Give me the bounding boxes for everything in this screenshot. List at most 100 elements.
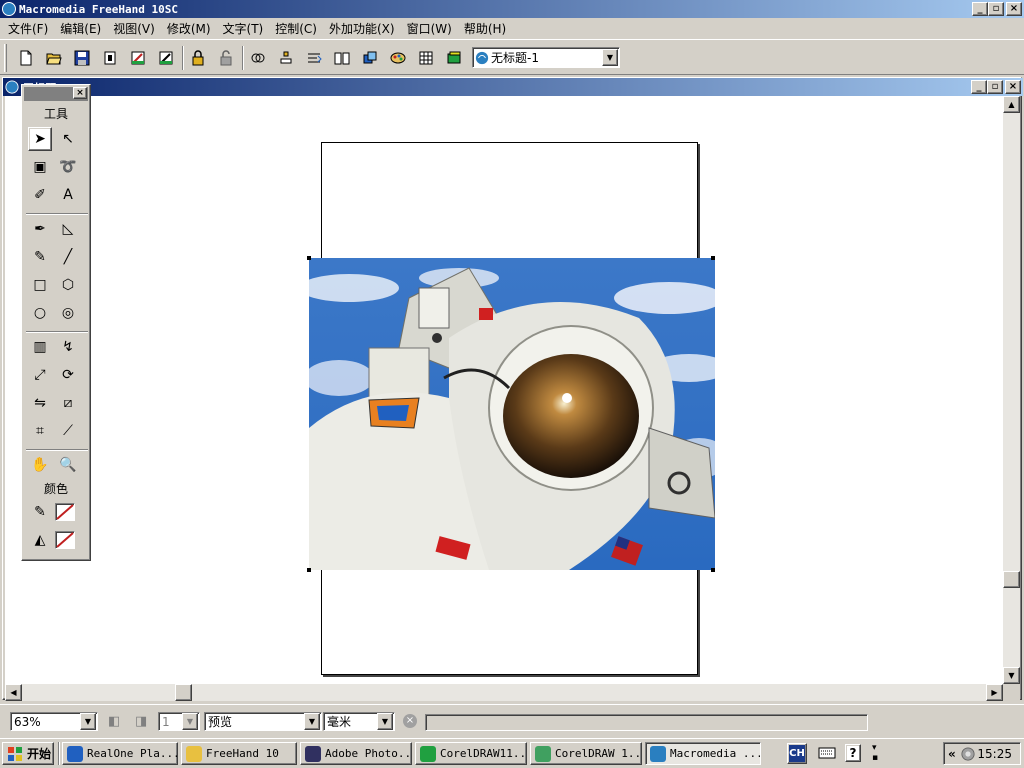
scroll-up-icon[interactable]: ▲ bbox=[1003, 96, 1020, 113]
selection-handle-bl[interactable] bbox=[307, 568, 311, 572]
toolbar-grip[interactable] bbox=[4, 44, 7, 72]
zoom-field[interactable]: 63% ▼ bbox=[10, 712, 98, 731]
palette-close-button[interactable]: × bbox=[73, 87, 87, 99]
pencil-tool-icon[interactable]: ✎ bbox=[28, 245, 52, 269]
restore-button[interactable]: ▫ bbox=[988, 2, 1004, 16]
table-button[interactable] bbox=[414, 46, 438, 70]
export-2-button[interactable] bbox=[154, 46, 178, 70]
fill-color-swatch[interactable] bbox=[55, 531, 75, 549]
close-button[interactable]: × bbox=[1006, 2, 1022, 16]
keyboard-icon[interactable] bbox=[818, 746, 836, 762]
knife-tool-icon[interactable]: ⟋ bbox=[56, 419, 80, 443]
page-tool-icon[interactable]: ▣ bbox=[28, 155, 52, 179]
freehand-app-icon[interactable] bbox=[2, 2, 16, 16]
previous-page-icon[interactable]: ◧ bbox=[108, 714, 122, 730]
menu-edit[interactable]: 编辑(E) bbox=[54, 20, 107, 37]
hand-tool-icon[interactable]: ✋ bbox=[28, 453, 52, 477]
stroke-color-swatch[interactable] bbox=[55, 503, 75, 521]
lock-button[interactable] bbox=[186, 46, 210, 70]
menu-help[interactable]: 帮助(H) bbox=[458, 20, 512, 37]
placed-image-astronaut[interactable] bbox=[309, 258, 715, 570]
import-button[interactable] bbox=[98, 46, 122, 70]
volume-icon[interactable] bbox=[961, 746, 975, 761]
new-button[interactable] bbox=[14, 46, 38, 70]
unlock-button[interactable] bbox=[214, 46, 238, 70]
start-button[interactable]: 开始 bbox=[2, 742, 54, 765]
group-button[interactable] bbox=[246, 46, 270, 70]
drawing-canvas[interactable] bbox=[5, 96, 1003, 684]
next-page-icon[interactable]: ◨ bbox=[135, 714, 149, 730]
bezigon-tool-icon[interactable]: ◺ bbox=[56, 217, 80, 241]
text-tool-icon[interactable]: A bbox=[56, 183, 80, 207]
units-select[interactable]: 毫米 ▼ bbox=[323, 712, 395, 731]
input-language-badge[interactable]: CH bbox=[787, 743, 807, 764]
pen-tool-icon[interactable]: ✒ bbox=[28, 217, 52, 241]
line-tool-icon[interactable]: ╱ bbox=[56, 245, 80, 269]
pointer-tool-icon[interactable]: ➤ bbox=[28, 127, 52, 151]
vertical-scroll-thumb[interactable] bbox=[1003, 571, 1020, 588]
menu-control[interactable]: 控制(C) bbox=[269, 20, 323, 37]
doc-close-button[interactable]: × bbox=[1005, 80, 1021, 94]
subselect-tool-icon[interactable]: ↖ bbox=[56, 127, 80, 151]
task-photoshop[interactable]: Adobe Photo... bbox=[300, 742, 412, 765]
horizontal-scroll-thumb[interactable] bbox=[175, 684, 192, 701]
eyedropper-tool-icon[interactable]: ✐ bbox=[28, 183, 52, 207]
task-macromedia[interactable]: Macromedia ... bbox=[645, 742, 761, 765]
selection-handle-tr[interactable] bbox=[711, 256, 715, 260]
polygon-tool-icon[interactable]: ⬡ bbox=[56, 273, 80, 297]
task-coreldraw-1[interactable]: CorelDRAW 1... bbox=[530, 742, 642, 765]
chevron-down-icon[interactable]: ▼ bbox=[80, 713, 96, 730]
menu-file[interactable]: 文件(F) bbox=[2, 20, 54, 37]
minimize-button[interactable]: _ bbox=[972, 2, 988, 16]
page-number-field[interactable]: 1 ▼ bbox=[158, 712, 200, 731]
rotate-tool-icon[interactable]: ⟳ bbox=[56, 363, 80, 387]
tray-menu-icon[interactable]: ▾ ▪ bbox=[872, 743, 882, 763]
export-button[interactable] bbox=[126, 46, 150, 70]
scale-tool-icon[interactable]: ⤢ bbox=[28, 363, 52, 387]
chevron-down-icon[interactable]: ▼ bbox=[182, 713, 198, 730]
menu-xtras[interactable]: 外加功能(X) bbox=[323, 20, 401, 37]
text-flow-button[interactable] bbox=[302, 46, 326, 70]
view-mode-select[interactable]: 预览 ▼ bbox=[204, 712, 322, 731]
rectangle-tool-icon[interactable]: □ bbox=[28, 273, 52, 297]
selection-handle-br[interactable] bbox=[711, 568, 715, 572]
freeform-tool-icon[interactable]: ↯ bbox=[56, 335, 80, 359]
layers-button[interactable] bbox=[358, 46, 382, 70]
skew-tool-icon[interactable]: ⧄ bbox=[56, 391, 80, 415]
document-select[interactable]: 无标题-1 ▼ bbox=[472, 47, 620, 68]
lasso-tool-icon[interactable]: ➰ bbox=[56, 155, 80, 179]
blend-tool-icon[interactable]: ▥ bbox=[28, 335, 52, 359]
selection-handle-tl[interactable] bbox=[307, 256, 311, 260]
book-button[interactable] bbox=[330, 46, 354, 70]
menu-view[interactable]: 视图(V) bbox=[107, 20, 161, 37]
vertical-scrollbar[interactable]: ▲ ▼ bbox=[1003, 96, 1020, 684]
document-window-icon[interactable] bbox=[5, 80, 19, 94]
task-coreldraw-11[interactable]: CorelDRAW11... bbox=[415, 742, 527, 765]
scroll-left-icon[interactable]: ◀ bbox=[5, 684, 22, 701]
swatches-button[interactable] bbox=[442, 46, 466, 70]
zoom-tool-icon[interactable]: 🔍 bbox=[56, 453, 80, 477]
scroll-down-icon[interactable]: ▼ bbox=[1003, 667, 1020, 684]
align-button[interactable] bbox=[274, 46, 298, 70]
save-button[interactable] bbox=[70, 46, 94, 70]
color-mixer-button[interactable] bbox=[386, 46, 410, 70]
task-realone[interactable]: RealOne Pla... bbox=[62, 742, 178, 765]
doc-restore-button[interactable]: ▫ bbox=[987, 80, 1003, 94]
help-icon[interactable]: ? bbox=[845, 744, 861, 762]
open-button[interactable] bbox=[42, 46, 66, 70]
menu-text[interactable]: 文字(T) bbox=[217, 20, 270, 37]
ellipse-tool-icon[interactable]: ○ bbox=[28, 301, 52, 325]
doc-minimize-button[interactable]: _ bbox=[971, 80, 987, 94]
spiral-tool-icon[interactable]: ◎ bbox=[56, 301, 80, 325]
menu-modify[interactable]: 修改(M) bbox=[161, 20, 217, 37]
reflect-tool-icon[interactable]: ⇋ bbox=[28, 391, 52, 415]
tray-expand-icon[interactable]: « bbox=[948, 747, 956, 761]
scroll-right-icon[interactable]: ▶ bbox=[986, 684, 1003, 701]
chevron-down-icon[interactable]: ▼ bbox=[377, 713, 393, 730]
chevron-down-icon[interactable]: ▼ bbox=[602, 49, 618, 66]
menu-window[interactable]: 窗口(W) bbox=[401, 20, 458, 37]
task-freehand-folder[interactable]: FreeHand 10 bbox=[181, 742, 297, 765]
trace-tool-icon[interactable]: ⌗ bbox=[28, 419, 52, 443]
cancel-render-icon[interactable]: × bbox=[403, 714, 417, 728]
chevron-down-icon[interactable]: ▼ bbox=[304, 713, 320, 730]
